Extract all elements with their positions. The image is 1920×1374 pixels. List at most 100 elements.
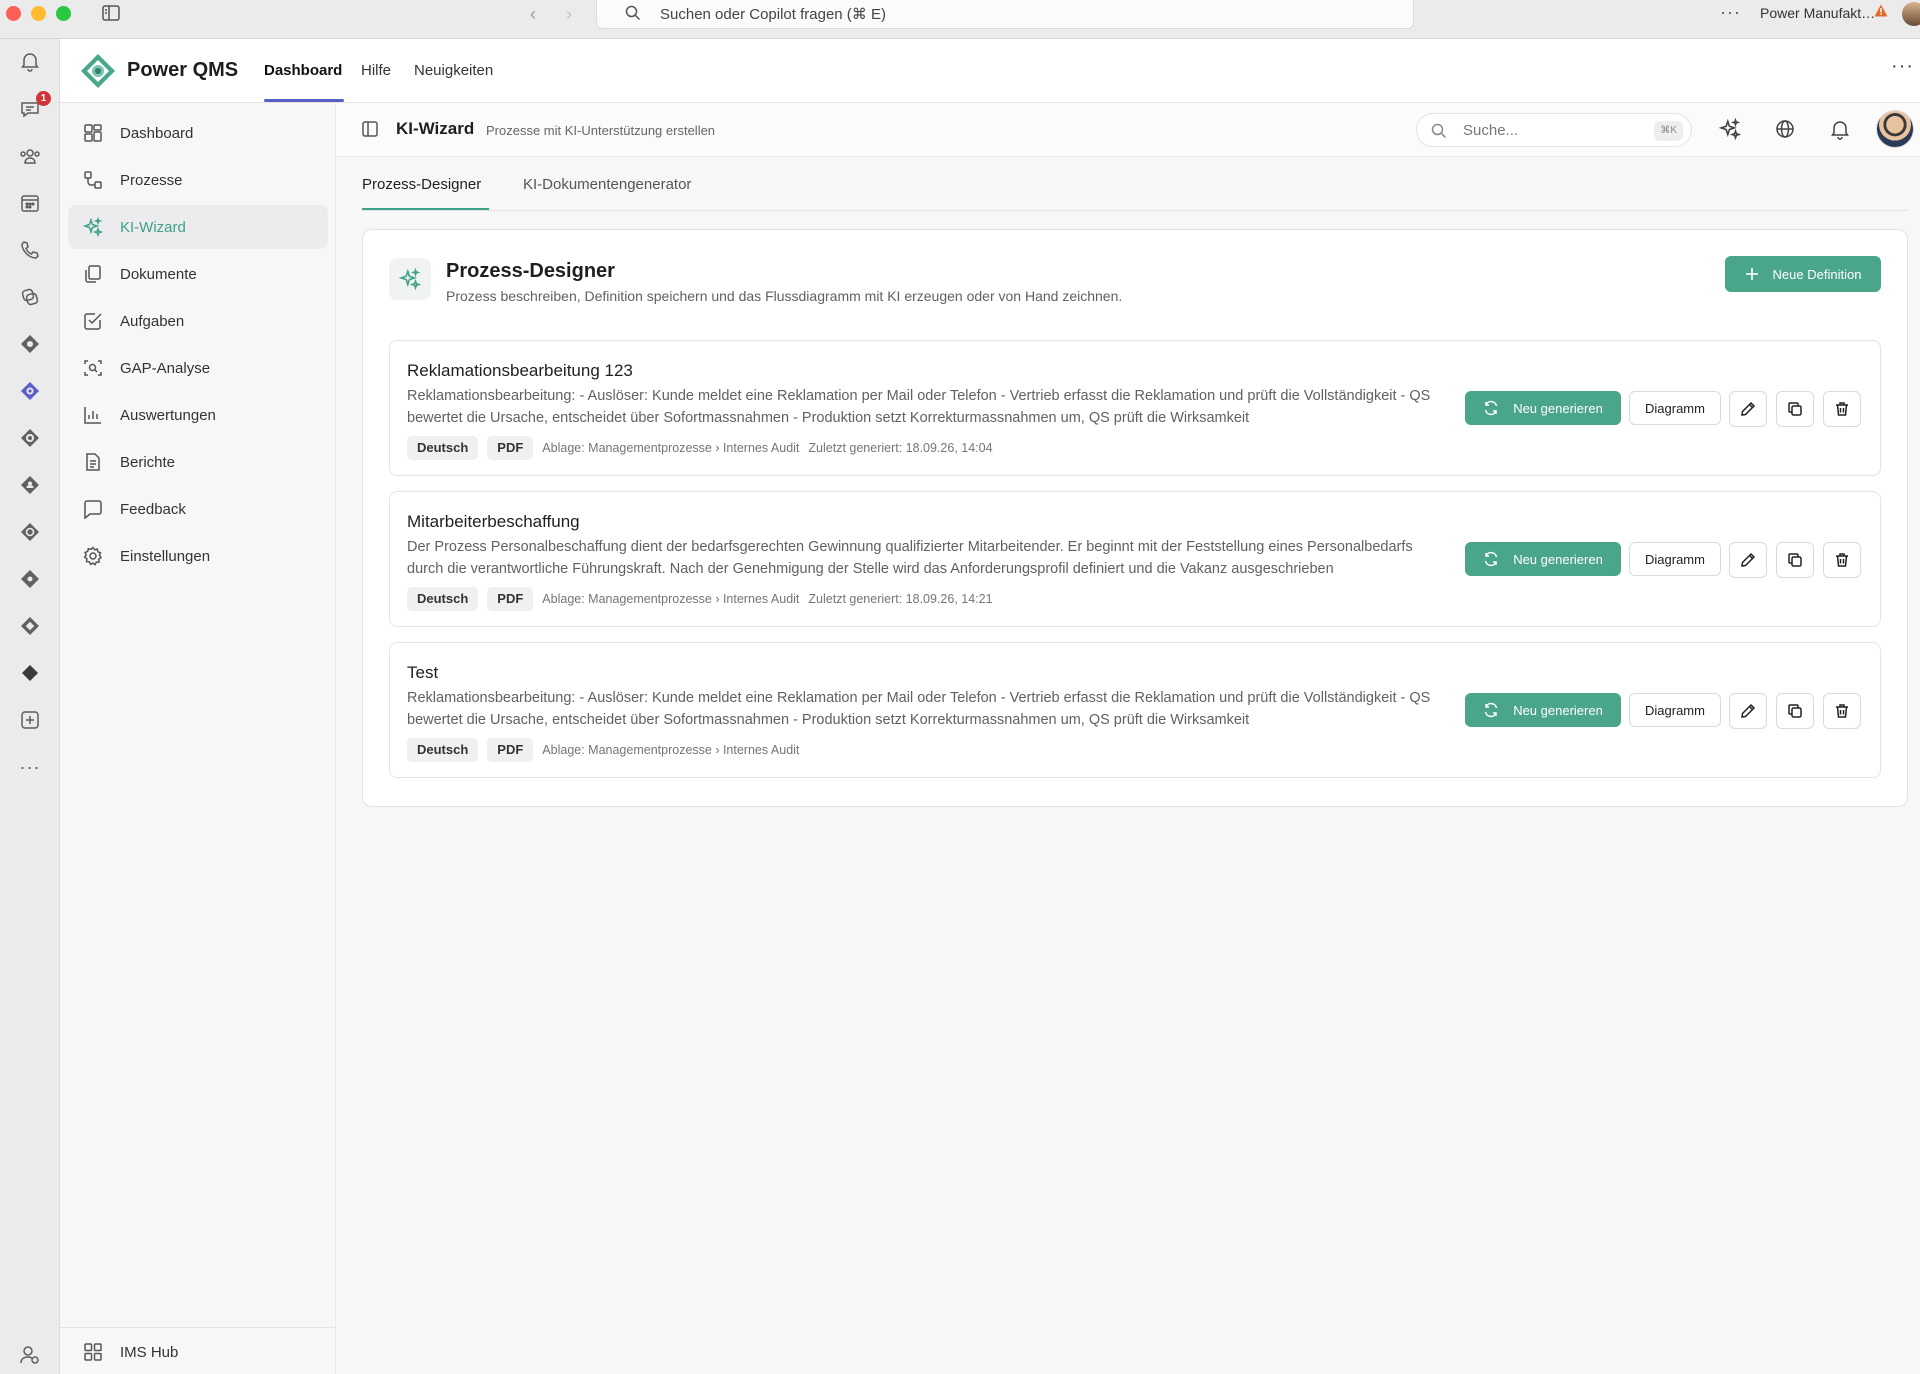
diagram-button[interactable]: Diagramm [1629, 542, 1721, 576]
user-avatar-titlebar[interactable] [1902, 2, 1920, 26]
user-avatar[interactable] [1876, 110, 1914, 148]
pencil-icon [1740, 703, 1756, 719]
search-input[interactable]: Suche... ⌘K [1416, 113, 1692, 147]
nav-tab-dashboard[interactable]: Dashboard [264, 62, 342, 79]
process-card[interactable]: Test Reklamationsbearbeitung: - Auslöser… [389, 642, 1881, 778]
chat-unread-badge: 1 [36, 91, 51, 106]
sidebar-item-label: Dashboard [120, 124, 194, 142]
rail-app-tag-icon[interactable] [10, 606, 50, 646]
diagram-button[interactable]: Diagramm [1629, 693, 1721, 727]
forward-arrow-icon[interactable]: › [566, 4, 572, 25]
rail-loop-icon[interactable] [10, 277, 50, 317]
delete-button[interactable] [1823, 391, 1861, 427]
rail-app-solid-diamond-icon[interactable] [10, 653, 50, 693]
sidebar-item-label: Feedback [120, 500, 186, 518]
rail-calls-icon[interactable] [10, 230, 50, 270]
rail-app-people-diamond-icon[interactable] [10, 465, 50, 505]
warning-icon[interactable] [1874, 4, 1888, 17]
last-generated: Zuletzt generiert: 18.09.26, 14:04 [808, 441, 993, 455]
global-search-text: Suchen oder Copilot fragen (⌘ E) [660, 6, 886, 23]
duplicate-button[interactable] [1776, 542, 1814, 578]
more-options-icon[interactable]: ··· [1720, 2, 1741, 23]
rail-power-qms-icon[interactable] [10, 371, 50, 411]
sidebar-item-gap-analyse[interactable]: GAP-Analyse [68, 346, 328, 390]
sidebar-item-aufgaben[interactable]: Aufgaben [68, 299, 328, 343]
trash-icon [1834, 552, 1850, 568]
regenerate-button[interactable]: Neu generieren [1465, 391, 1621, 425]
sidebar-item-ims-hub[interactable]: IMS Hub [68, 1330, 328, 1374]
nav-tab-neuigkeiten[interactable]: Neuigkeiten [414, 62, 493, 79]
documents-icon [82, 263, 104, 285]
rail-account-icon[interactable] [10, 1335, 50, 1374]
back-arrow-icon[interactable]: ‹ [530, 4, 536, 25]
sidebar-item-ki-wizard[interactable]: KI-Wizard [68, 205, 328, 249]
page-title: KI-Wizard [396, 119, 475, 138]
edit-button[interactable] [1729, 391, 1767, 427]
sidebar-item-label: Aufgaben [120, 312, 185, 330]
globe-icon[interactable] [1774, 118, 1796, 140]
edit-button[interactable] [1729, 542, 1767, 578]
sidebar-item-einstellungen[interactable]: Einstellungen [68, 534, 328, 578]
rail-app-gear-diamond-icon[interactable] [10, 418, 50, 458]
prozess-designer-panel: Prozess-Designer Prozess beschreiben, De… [362, 229, 1908, 807]
edit-button[interactable] [1729, 693, 1767, 729]
panel-description: Prozess beschreiben, Definition speicher… [446, 288, 1123, 304]
notification-bell-icon[interactable] [1830, 118, 1850, 140]
rail-calendar-icon[interactable] [10, 183, 50, 223]
storage-location: Ablage: Managementprozesse › Internes Au… [542, 441, 800, 455]
language-chip: Deutsch [407, 738, 479, 762]
process-card[interactable]: Reklamationsbearbeitung 123 Reklamations… [389, 340, 1881, 476]
minimize-window-button[interactable] [31, 6, 46, 21]
duplicate-button[interactable] [1776, 391, 1814, 427]
ai-sparkle-icon[interactable] [1719, 118, 1741, 140]
format-chip: PDF [487, 436, 534, 460]
header-more-icon[interactable]: ··· [1891, 55, 1914, 78]
sidebar-toggle-icon[interactable] [102, 5, 120, 21]
process-card[interactable]: Mitarbeiterbeschaffung Der Prozess Perso… [389, 491, 1881, 627]
tab-prozess-designer[interactable]: Prozess-Designer [362, 176, 481, 193]
app-header: Power QMS Dashboard Hilfe Neuigkeiten ··… [60, 39, 1920, 103]
report-icon [82, 451, 104, 473]
sidebar-item-label: Dokumente [120, 265, 197, 283]
sidebar-footer: IMS Hub [60, 1327, 336, 1374]
sidebar-item-auswertungen[interactable]: Auswertungen [68, 393, 328, 437]
rail-more-icon[interactable]: ··· [10, 747, 50, 787]
close-window-button[interactable] [6, 6, 21, 21]
sidebar-item-prozesse[interactable]: Prozesse [68, 158, 328, 202]
refresh-icon [1483, 551, 1499, 567]
regenerate-button[interactable]: Neu generieren [1465, 542, 1621, 576]
wizard-tabs: Prozess-Designer KI-Dokumentengenerator [362, 157, 1908, 211]
rail-teams-icon[interactable] [10, 136, 50, 176]
maximize-window-button[interactable] [56, 6, 71, 21]
sidebar-item-dashboard[interactable]: Dashboard [68, 111, 328, 155]
new-definition-button[interactable]: Neue Definition [1725, 256, 1881, 292]
page-subtitle: Prozesse mit KI-Unterstützung erstellen [486, 123, 716, 138]
sidebar-item-berichte[interactable]: Berichte [68, 440, 328, 484]
sidebar-item-feedback[interactable]: Feedback [68, 487, 328, 531]
copy-icon [1787, 552, 1803, 568]
rail-app-target-diamond-icon[interactable] [10, 559, 50, 599]
panel-toggle-icon[interactable] [362, 121, 378, 137]
rail-chat-icon[interactable]: 1 [10, 89, 51, 129]
regenerate-label: Neu generieren [1513, 400, 1603, 416]
nav-tab-hilfe[interactable]: Hilfe [361, 62, 391, 79]
gear-icon [82, 545, 104, 567]
regenerate-button[interactable]: Neu generieren [1465, 693, 1621, 727]
global-search-bar[interactable]: Suchen oder Copilot fragen (⌘ E) [596, 0, 1414, 29]
search-icon [625, 5, 641, 21]
refresh-icon [1483, 400, 1499, 416]
tenant-name[interactable]: Power Manufakt… [1760, 5, 1875, 21]
delete-button[interactable] [1823, 542, 1861, 578]
sidebar-item-label: IMS Hub [120, 1343, 179, 1361]
regenerate-label: Neu generieren [1513, 551, 1603, 567]
tab-ki-dokumentengenerator[interactable]: KI-Dokumentengenerator [523, 176, 691, 193]
power-qms-logo-icon [80, 53, 116, 89]
rail-app-diamond-icon[interactable] [10, 324, 50, 364]
rail-activity-bell-icon[interactable] [10, 41, 50, 81]
duplicate-button[interactable] [1776, 693, 1814, 729]
sidebar-item-dokumente[interactable]: Dokumente [68, 252, 328, 296]
rail-add-app-icon[interactable] [10, 700, 50, 740]
rail-app-ring-diamond-icon[interactable] [10, 512, 50, 552]
delete-button[interactable] [1823, 693, 1861, 729]
diagram-button[interactable]: Diagramm [1629, 391, 1721, 425]
